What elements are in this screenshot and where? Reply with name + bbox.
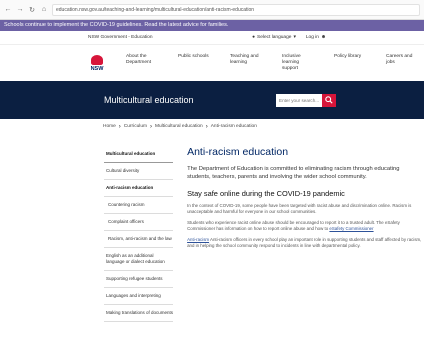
content-area: Multicultural education Cultural diversi… — [0, 134, 424, 322]
waratah-icon — [91, 54, 103, 65]
address-bar[interactable]: education.nsw.gov.au/teaching-and-learni… — [52, 3, 420, 16]
login-label: Log in — [305, 35, 319, 40]
back-icon[interactable]: ← — [4, 6, 12, 13]
chevron-right-icon: › — [205, 123, 208, 130]
nav-item-teaching-learning[interactable]: Teaching and learning — [230, 54, 264, 72]
intro-paragraph: The Department of Education is committed… — [187, 166, 400, 180]
sidebar-item-cultural-diversity[interactable]: Cultural diversity — [104, 163, 174, 180]
utility-bar: NSW Government - Education ● Select lang… — [0, 31, 424, 45]
nav-item-inclusive-learning[interactable]: Inclusive learning support — [282, 54, 316, 72]
sidebar-item-languages[interactable]: Languages and interpreting — [104, 288, 174, 305]
body-paragraph-text: Anti-racism officers in every school pla… — [187, 237, 422, 249]
breadcrumb-curriculum[interactable]: Curriculum — [124, 124, 147, 129]
esafety-link[interactable]: eSafety Commissioner — [329, 226, 373, 231]
breadcrumb: Home › Curriculum › Multicultural educat… — [0, 119, 424, 134]
breadcrumb-current: Anti-racism education — [210, 124, 257, 129]
page-title: Anti-racism education — [187, 146, 289, 158]
sidebar: Multicultural education Cultural diversi… — [104, 146, 174, 322]
search-button[interactable] — [322, 93, 336, 107]
section-title: Multicultural education — [104, 95, 194, 105]
chevron-right-icon: › — [150, 123, 152, 130]
nav-item-about[interactable]: About the Department — [126, 54, 160, 72]
body-paragraph: Anti-racism Anti-racism officers in ever… — [187, 237, 424, 249]
sidebar-item-complaint-officers[interactable]: Complaint officers — [104, 214, 174, 231]
sidebar-item-anti-racism[interactable]: Anti-racism education — [104, 180, 174, 197]
section-banner: Multicultural education — [0, 81, 424, 119]
forward-icon[interactable]: → — [16, 6, 24, 13]
language-label: Select language — [257, 35, 292, 40]
site-header: NSW About the Department Public schools … — [0, 45, 424, 81]
chevron-right-icon: › — [118, 123, 121, 130]
breadcrumb-home[interactable]: Home — [103, 124, 116, 129]
language-selector[interactable]: ● Select language ▾ — [252, 35, 296, 40]
nsw-logo[interactable]: NSW — [88, 54, 106, 72]
sidebar-heading[interactable]: Multicultural education — [104, 146, 174, 163]
user-icon: ☻ — [320, 35, 326, 40]
nav-item-policy-library[interactable]: Policy library — [334, 54, 368, 72]
globe-icon: ● — [252, 35, 256, 40]
search-input[interactable] — [276, 93, 322, 107]
government-label: NSW Government - Education — [88, 35, 153, 40]
browser-toolbar: ← → ↻ ⌂ education.nsw.gov.au/teaching-an… — [0, 0, 424, 20]
home-icon[interactable]: ⌂ — [40, 6, 48, 13]
login-link[interactable]: Log in ☻ — [306, 35, 326, 40]
nav-item-careers[interactable]: Careers and jobs — [386, 54, 420, 72]
logo-text: NSW — [90, 65, 104, 72]
sidebar-item-refugee[interactable]: Supporting refugee students — [104, 271, 174, 288]
body-paragraph: Students who experience racist online ab… — [187, 220, 424, 232]
nav-item-public-schools[interactable]: Public schools — [178, 54, 212, 72]
sidebar-item-countering-racism[interactable]: Countering racism — [104, 197, 174, 214]
chevron-down-icon: ▾ — [293, 35, 296, 40]
breadcrumb-multicultural[interactable]: Multicultural education — [155, 124, 203, 129]
page-screenshot: ← → ↻ ⌂ education.nsw.gov.au/teaching-an… — [0, 0, 424, 347]
main-content: Anti-racism education The Department of … — [187, 146, 424, 322]
main-navigation: About the Department Public schools Teac… — [126, 54, 420, 72]
search-icon — [325, 96, 333, 104]
covid-subheading: Stay safe online during the COVID-19 pan… — [187, 189, 345, 199]
sidebar-item-translations[interactable]: Making translations of documents — [104, 305, 174, 322]
body-paragraph: In the context of COVID-19, some people … — [187, 203, 412, 215]
covid-notice-bar[interactable]: Schools continue to implement the COVID-… — [0, 20, 424, 31]
sidebar-item-eald[interactable]: English as an additional language or dia… — [104, 248, 174, 271]
sidebar-item-racism-law[interactable]: Racism, anti-racism and the law — [104, 231, 174, 248]
anti-racism-link[interactable]: Anti-racism — [187, 237, 209, 242]
reload-icon[interactable]: ↻ — [28, 6, 36, 14]
